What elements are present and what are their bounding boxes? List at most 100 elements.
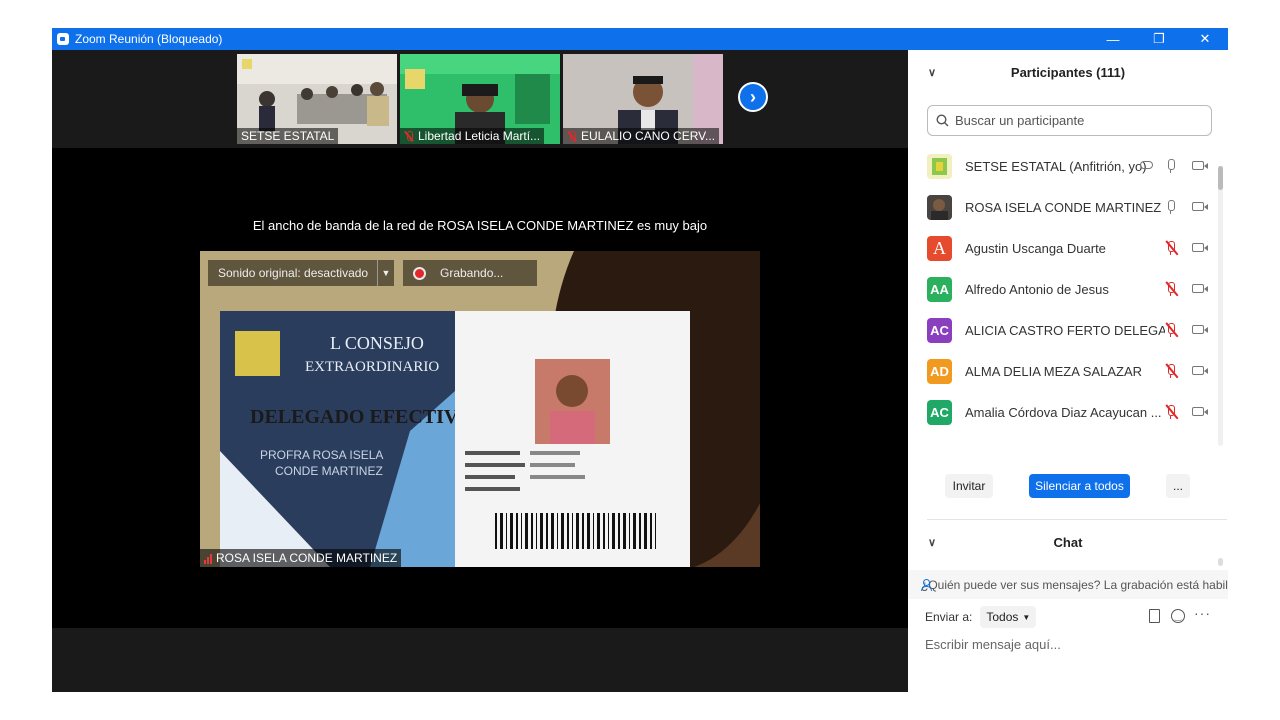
more-icon[interactable]: ··· [1194, 605, 1211, 621]
recipient-value: Todos [986, 610, 1019, 624]
avatar: A [927, 236, 952, 261]
speaker-name: ROSA ISELA CONDE MARTINEZ [216, 551, 398, 565]
participant-row[interactable]: AD ALMA DELIA MEZA SALAZAR [908, 351, 1218, 392]
participant-row[interactable]: AA Alfredo Antonio de Jesus [908, 269, 1218, 310]
active-speaker-video[interactable]: L CONSEJO EXTRAORDINARIO DELEGADO EFECTI… [200, 251, 760, 567]
participant-row[interactable]: A Agustin Uscanga Duarte [908, 228, 1218, 269]
camera-icon[interactable] [1192, 365, 1208, 375]
chat-info-text: ¿Quién puede ver sus mensajes? La grabac… [921, 577, 1228, 592]
svg-text:EXTRAORDINARIO: EXTRAORDINARIO [305, 359, 439, 375]
avatar [927, 154, 952, 179]
send-to-label: Enviar a: [925, 610, 973, 624]
chat-title: Chat [1053, 534, 1083, 550]
participants-title: Participantes (111) [1010, 64, 1126, 80]
mic-muted-icon[interactable] [1165, 281, 1179, 296]
file-icon[interactable] [1149, 609, 1160, 623]
more-options-button[interactable]: ... [1166, 474, 1190, 498]
search-input[interactable] [955, 113, 1195, 128]
participant-list: SETSE ESTATAL (Anfitrión, yo) ROSA ISELA… [908, 146, 1218, 436]
emoji-icon[interactable]: ‿ [1171, 609, 1185, 623]
original-sound-toggle[interactable]: Sonido original: desactivado ▼ [208, 260, 394, 286]
participant-icons [1158, 280, 1218, 300]
avatar: AC [927, 318, 952, 343]
original-sound-label: Sonido original: desactivado [218, 266, 369, 280]
camera-icon[interactable] [1192, 406, 1208, 416]
thumbnail-video[interactable]: SETSE ESTATAL [237, 54, 397, 144]
participant-row[interactable]: SETSE ESTATAL (Anfitrión, yo) [908, 146, 1218, 187]
chevron-down-icon[interactable]: ∨ [928, 66, 936, 79]
scrollbar-thumb[interactable] [1218, 166, 1223, 190]
camera-icon[interactable] [1192, 160, 1208, 170]
participant-name: ROSA ISELA CONDE MARTINEZ [965, 200, 1162, 215]
title-bar: Zoom Reunión (Bloqueado) — ❐ ✕ [52, 28, 1228, 50]
participant-name: SETSE ESTATAL (Anfitrión, yo) [965, 159, 1147, 174]
caret-down-icon[interactable]: ▼ [377, 260, 394, 286]
participant-search[interactable] [927, 105, 1212, 136]
avatar: AA [927, 277, 952, 302]
chat-visibility-notice[interactable]: ¿Quién puede ver sus mensajes? La grabac… [908, 570, 1228, 599]
chat-message-input[interactable] [925, 634, 1215, 654]
participant-row[interactable]: AC ALICIA CASTRO FERTO DELEGAC... [908, 310, 1218, 351]
avatar: AC [927, 400, 952, 425]
svg-text:L CONSEJO: L CONSEJO [330, 333, 424, 353]
people-icon [920, 578, 932, 591]
thumbnail-video[interactable]: EULALIO CANO CERV... [563, 54, 723, 144]
camera-icon[interactable] [1192, 242, 1208, 252]
camera-icon[interactable] [1192, 283, 1208, 293]
participant-row[interactable]: AC Amalia Córdova Diaz Acayucan ... [908, 392, 1218, 433]
svg-text:PROFRA ROSA ISELA: PROFRA ROSA ISELA [260, 448, 383, 462]
participant-name: ALMA DELIA MEZA SALAZAR [965, 364, 1143, 379]
mute-all-button[interactable]: Silenciar a todos [1029, 474, 1130, 498]
invite-button[interactable]: Invitar [945, 474, 993, 498]
mic-muted-icon[interactable] [1165, 363, 1179, 378]
thumbnail-strip: SETSE ESTATAL Libertad Leticia Martí... [52, 50, 908, 148]
participant-icons [1158, 403, 1218, 423]
zoom-app-icon [57, 33, 69, 45]
window-title: Zoom Reunión (Bloqueado) [75, 32, 223, 46]
send-to-row: Enviar a: Todos ▼ [925, 605, 1037, 629]
camera-icon[interactable] [1192, 201, 1208, 211]
thumbnail-video[interactable]: Libertad Leticia Martí... [400, 54, 560, 144]
thumbnail-name: SETSE ESTATAL [237, 128, 339, 144]
avatar: AD [927, 359, 952, 384]
participant-actions: Invitar Silenciar a todos ... [908, 474, 1228, 502]
participant-name: Amalia Córdova Diaz Acayucan ... [965, 405, 1162, 420]
chevron-down-icon[interactable]: ∨ [928, 536, 936, 549]
participant-name: ALICIA CASTRO FERTO DELEGAC... [965, 323, 1165, 338]
recording-indicator[interactable]: Grabando... [403, 260, 537, 286]
cloud-recording-icon [1140, 160, 1153, 169]
chat-header: ∨ Chat [908, 520, 1228, 564]
participant-icons [1158, 362, 1218, 382]
participant-icons [1158, 321, 1218, 341]
record-icon [413, 266, 426, 280]
mic-muted-icon[interactable] [1165, 404, 1179, 419]
participant-row[interactable] [908, 433, 1218, 436]
mic-muted-icon[interactable] [1165, 240, 1179, 255]
participants-panel: ∨ Participantes (111) SETSE ESTATAL (Anf… [908, 50, 1228, 692]
participant-icons [1140, 157, 1218, 177]
recipient-select[interactable]: Todos ▼ [980, 606, 1037, 628]
participant-name: Alfredo Antonio de Jesus [965, 282, 1109, 297]
participant-name: Agustin Uscanga Duarte [965, 241, 1106, 256]
zoom-window: Zoom Reunión (Bloqueado) — ❐ ✕ SETSE EST… [52, 28, 1228, 692]
camera-icon[interactable] [1192, 324, 1208, 334]
mic-icon[interactable] [1166, 158, 1176, 173]
thumbnail-name: EULALIO CANO CERV... [563, 128, 720, 144]
chevron-down-icon: ▼ [1022, 612, 1031, 622]
participant-icons [1158, 239, 1218, 259]
mic-muted-icon[interactable] [1165, 322, 1179, 337]
low-signal-icon [204, 553, 212, 564]
avatar [927, 195, 952, 220]
restore-button[interactable]: ❐ [1136, 28, 1182, 50]
minimize-button[interactable]: — [1090, 28, 1136, 50]
chat-tools: ‿ ··· [1149, 605, 1219, 627]
window-controls: — ❐ ✕ [1090, 28, 1228, 50]
mic-icon[interactable] [1166, 199, 1176, 214]
close-button[interactable]: ✕ [1182, 28, 1228, 50]
participant-scrollbar[interactable] [1218, 166, 1223, 446]
chat-scrollbar[interactable] [1218, 558, 1223, 566]
next-page-button[interactable]: › [738, 82, 768, 112]
meeting-controls-bar [52, 628, 908, 692]
participant-row[interactable]: ROSA ISELA CONDE MARTINEZ [908, 187, 1218, 228]
svg-text:CONDE MARTINEZ: CONDE MARTINEZ [275, 464, 383, 478]
